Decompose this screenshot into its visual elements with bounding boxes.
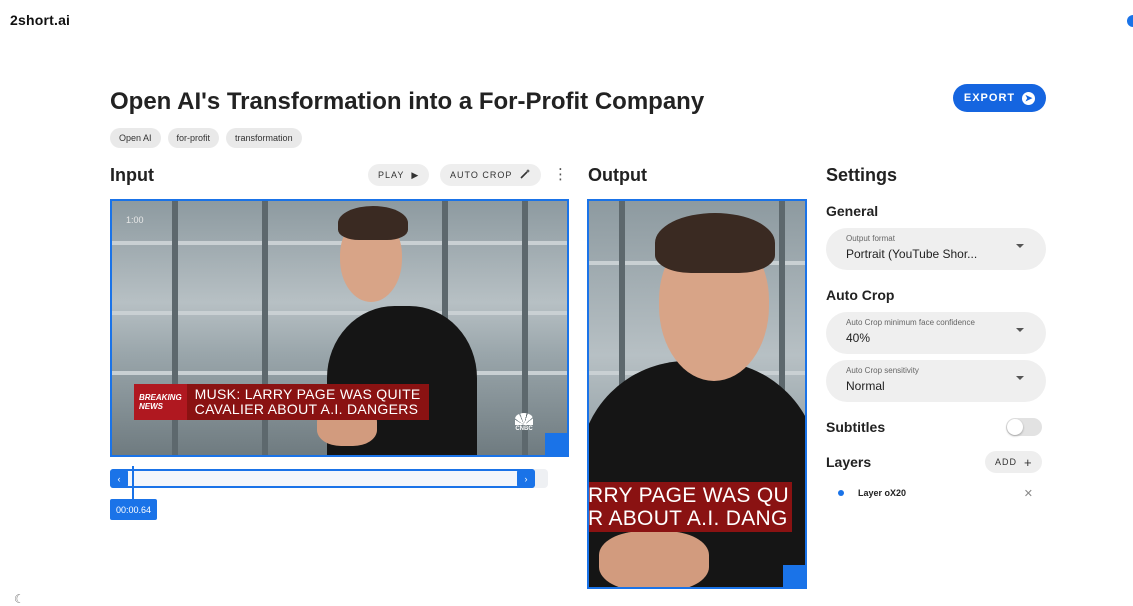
settings-heading: Settings [826, 165, 898, 185]
input-heading: Input [110, 165, 154, 185]
kebab-menu-icon[interactable]: ⋮ [553, 164, 568, 186]
news-headline: MUSK: LARRY PAGE WAS QUITE CAVALIER ABOU… [186, 384, 429, 420]
close-icon[interactable]: ✕ [1024, 487, 1033, 500]
layers-heading: Layers [826, 454, 872, 470]
page-title: Open AI's Transformation into a For-Prof… [110, 88, 705, 115]
output-news-headline: RRY PAGE WAS QU R ABOUT A.I. DANG [589, 482, 792, 532]
input-video-preview[interactable]: 1:00 BREAKING NEWS MUSK: LARRY PAGE WAS … [110, 199, 569, 457]
general-heading: General [826, 203, 879, 219]
chevron-down-icon [1016, 244, 1024, 248]
face-confidence-value: 40% [846, 331, 871, 345]
play-button[interactable]: PLAY ▶ [368, 164, 430, 186]
peacock-icon [515, 413, 533, 425]
output-format-value: Portrait (YouTube Shor... [846, 247, 978, 261]
sensitivity-value: Normal [846, 379, 885, 393]
sensitivity-label: Auto Crop sensitivity [846, 366, 919, 375]
tag-chip[interactable]: transformation [226, 128, 302, 148]
add-layer-label: ADD [995, 457, 1018, 467]
breaking-news-badge: BREAKING NEWS [134, 384, 187, 420]
face-confidence-label: Auto Crop minimum face confidence [846, 318, 975, 327]
trim-end-handle[interactable]: › [517, 469, 535, 488]
add-layer-button[interactable]: ADD + [985, 451, 1042, 473]
subtitles-heading: Subtitles [826, 419, 886, 435]
arrow-right-circle-icon: ➤ [1022, 91, 1036, 105]
trim-start-handle[interactable]: ‹ [110, 469, 128, 488]
toggle-knob [1007, 419, 1023, 435]
subtitles-toggle[interactable] [1006, 418, 1042, 436]
chevron-down-icon [1016, 328, 1024, 332]
layer-item[interactable]: Layer oX20 ✕ [838, 485, 1033, 501]
export-label: EXPORT [963, 92, 1016, 104]
sensitivity-select[interactable]: Auto Crop sensitivity Normal [826, 360, 1046, 402]
news-lower-third: BREAKING NEWS MUSK: LARRY PAGE WAS QUITE… [134, 384, 429, 420]
current-time-badge: 00:00.64 [110, 499, 157, 520]
auto-crop-heading: Auto Crop [826, 287, 895, 303]
face-confidence-select[interactable]: Auto Crop minimum face confidence 40% [826, 312, 1046, 354]
auto-crop-label: AUTO CROP [450, 170, 513, 180]
tag-list: Open AI for-profit transformation [110, 128, 302, 148]
account-avatar[interactable] [1127, 15, 1133, 27]
layer-color-dot [838, 490, 844, 496]
chevron-down-icon [1016, 376, 1024, 380]
auto-crop-button[interactable]: AUTO CROP [440, 164, 542, 186]
output-video-preview[interactable]: RRY PAGE WAS QU R ABOUT A.I. DANG [587, 199, 807, 589]
cnbc-logo: CNBC [512, 413, 536, 435]
magic-wand-icon [519, 168, 531, 182]
timeline-track[interactable]: ‹ › [110, 469, 548, 488]
export-button[interactable]: EXPORT ➤ [953, 84, 1046, 112]
video-timestamp: 1:00 [126, 215, 144, 225]
crop-resize-handle[interactable] [545, 433, 567, 455]
tag-chip[interactable]: for-profit [167, 128, 220, 148]
play-label: PLAY [378, 170, 405, 180]
timeline-playhead[interactable] [132, 466, 134, 500]
brand-logo[interactable]: 2short.ai [10, 12, 70, 28]
play-triangle-icon: ▶ [411, 169, 420, 180]
output-heading: Output [588, 165, 647, 185]
output-format-select[interactable]: Output format Portrait (YouTube Shor... [826, 228, 1046, 270]
moon-icon[interactable]: ☾ [14, 592, 28, 606]
layer-name: Layer oX20 [858, 488, 907, 498]
timeline-selection[interactable]: ‹ › [110, 469, 535, 488]
output-news-lower-third: RRY PAGE WAS QU R ABOUT A.I. DANG [589, 482, 792, 532]
output-resize-handle[interactable] [783, 565, 805, 587]
tag-chip[interactable]: Open AI [110, 128, 161, 148]
output-format-label: Output format [846, 234, 895, 243]
plus-icon: + [1024, 454, 1032, 470]
